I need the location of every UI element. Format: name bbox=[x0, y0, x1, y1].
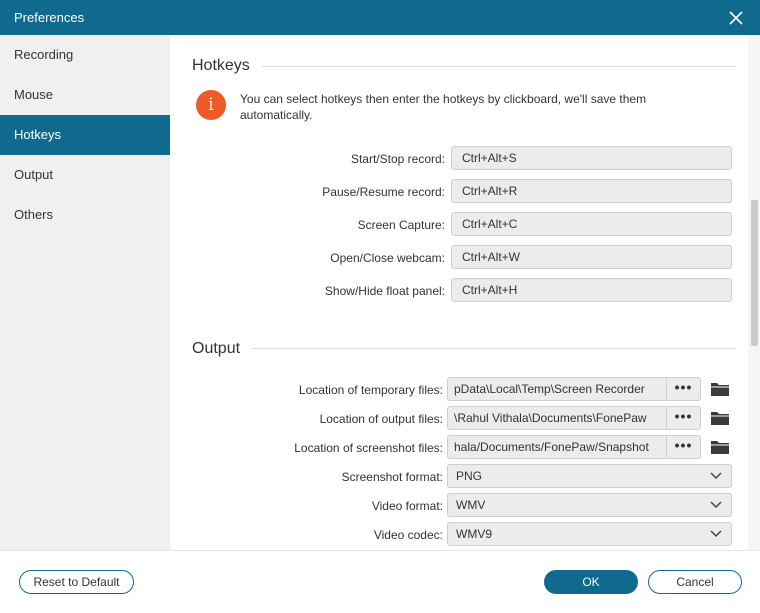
chevron-down-icon bbox=[710, 472, 722, 480]
output-label-video-format: Video format: bbox=[371, 499, 443, 513]
output-label-screenshot-files: Location of screenshot files: bbox=[294, 441, 443, 455]
vertical-scrollbar[interactable] bbox=[748, 35, 760, 550]
close-icon[interactable] bbox=[722, 4, 750, 32]
sidebar-item-recording[interactable]: Recording bbox=[0, 35, 170, 75]
screenshot-files-path-field[interactable]: hala/Documents/FonePaw/Snapshot bbox=[447, 435, 667, 459]
sidebar: Recording Mouse Hotkeys Output Others bbox=[0, 35, 170, 550]
video-format-value: WMV bbox=[456, 498, 486, 512]
info-icon: i bbox=[196, 90, 226, 120]
hotkey-label-webcam: Open/Close webcam: bbox=[330, 251, 445, 265]
browse-output-files-button[interactable]: ••• bbox=[667, 406, 701, 430]
screenshot-format-select[interactable]: PNG bbox=[447, 464, 732, 488]
output-label-screenshot-format: Screenshot format: bbox=[341, 470, 443, 484]
settings-panel: Hotkeys i You can select hotkeys then en… bbox=[170, 35, 760, 550]
video-format-select[interactable]: WMV bbox=[447, 493, 732, 517]
reset-to-default-button[interactable]: Reset to Default bbox=[19, 570, 134, 594]
output-label-temp-files: Location of temporary files: bbox=[298, 383, 443, 397]
hotkeys-section-title: Hotkeys bbox=[192, 57, 250, 74]
screenshot-format-value: PNG bbox=[456, 469, 483, 483]
output-label-video-codec: Video codec: bbox=[373, 528, 443, 542]
output-section-title: Output bbox=[192, 340, 241, 357]
sidebar-item-hotkeys[interactable]: Hotkeys bbox=[0, 115, 170, 155]
folder-icon[interactable] bbox=[710, 410, 730, 426]
browse-temp-files-button[interactable]: ••• bbox=[667, 377, 701, 401]
ok-button[interactable]: OK bbox=[544, 570, 638, 594]
chevron-down-icon bbox=[710, 530, 722, 538]
temp-files-path-field[interactable]: pData\Local\Temp\Screen Recorder bbox=[447, 377, 667, 401]
output-files-path-field[interactable]: \Rahul Vithala\Documents\FonePaw bbox=[447, 406, 667, 430]
hotkey-field-screen-capture[interactable]: Ctrl+Alt+C bbox=[451, 212, 732, 236]
video-codec-value: WMV9 bbox=[456, 527, 492, 541]
output-label-output-files: Location of output files: bbox=[319, 412, 443, 426]
window-title: Preferences bbox=[14, 10, 85, 25]
sidebar-item-others[interactable]: Others bbox=[0, 195, 170, 235]
dialog-footer: Reset to Default OK Cancel bbox=[0, 550, 760, 613]
hotkey-label-screen-capture: Screen Capture: bbox=[357, 218, 445, 232]
folder-icon[interactable] bbox=[710, 439, 730, 455]
chevron-down-icon bbox=[710, 501, 722, 509]
hotkey-label-float-panel: Show/Hide float panel: bbox=[324, 284, 445, 298]
cancel-button[interactable]: Cancel bbox=[648, 570, 742, 594]
title-bar: Preferences bbox=[0, 0, 760, 35]
video-codec-select[interactable]: WMV9 bbox=[447, 522, 732, 546]
folder-icon[interactable] bbox=[710, 381, 730, 397]
hotkey-field-pause-resume[interactable]: Ctrl+Alt+R bbox=[451, 179, 732, 203]
hotkey-label-pause-resume: Pause/Resume record: bbox=[322, 185, 445, 199]
hotkeys-info-text: You can select hotkeys then enter the ho… bbox=[240, 92, 647, 122]
sidebar-item-mouse[interactable]: Mouse bbox=[0, 75, 170, 115]
hotkey-label-start-stop: Start/Stop record: bbox=[350, 152, 445, 166]
section-divider bbox=[262, 66, 736, 67]
hotkey-field-webcam[interactable]: Ctrl+Alt+W bbox=[451, 245, 732, 269]
hotkey-field-start-stop[interactable]: Ctrl+Alt+S bbox=[451, 146, 732, 170]
browse-screenshot-files-button[interactable]: ••• bbox=[667, 435, 701, 459]
section-divider bbox=[252, 348, 736, 349]
scrollbar-thumb[interactable] bbox=[751, 200, 758, 346]
hotkey-field-float-panel[interactable]: Ctrl+Alt+H bbox=[451, 278, 732, 302]
sidebar-item-output[interactable]: Output bbox=[0, 155, 170, 195]
